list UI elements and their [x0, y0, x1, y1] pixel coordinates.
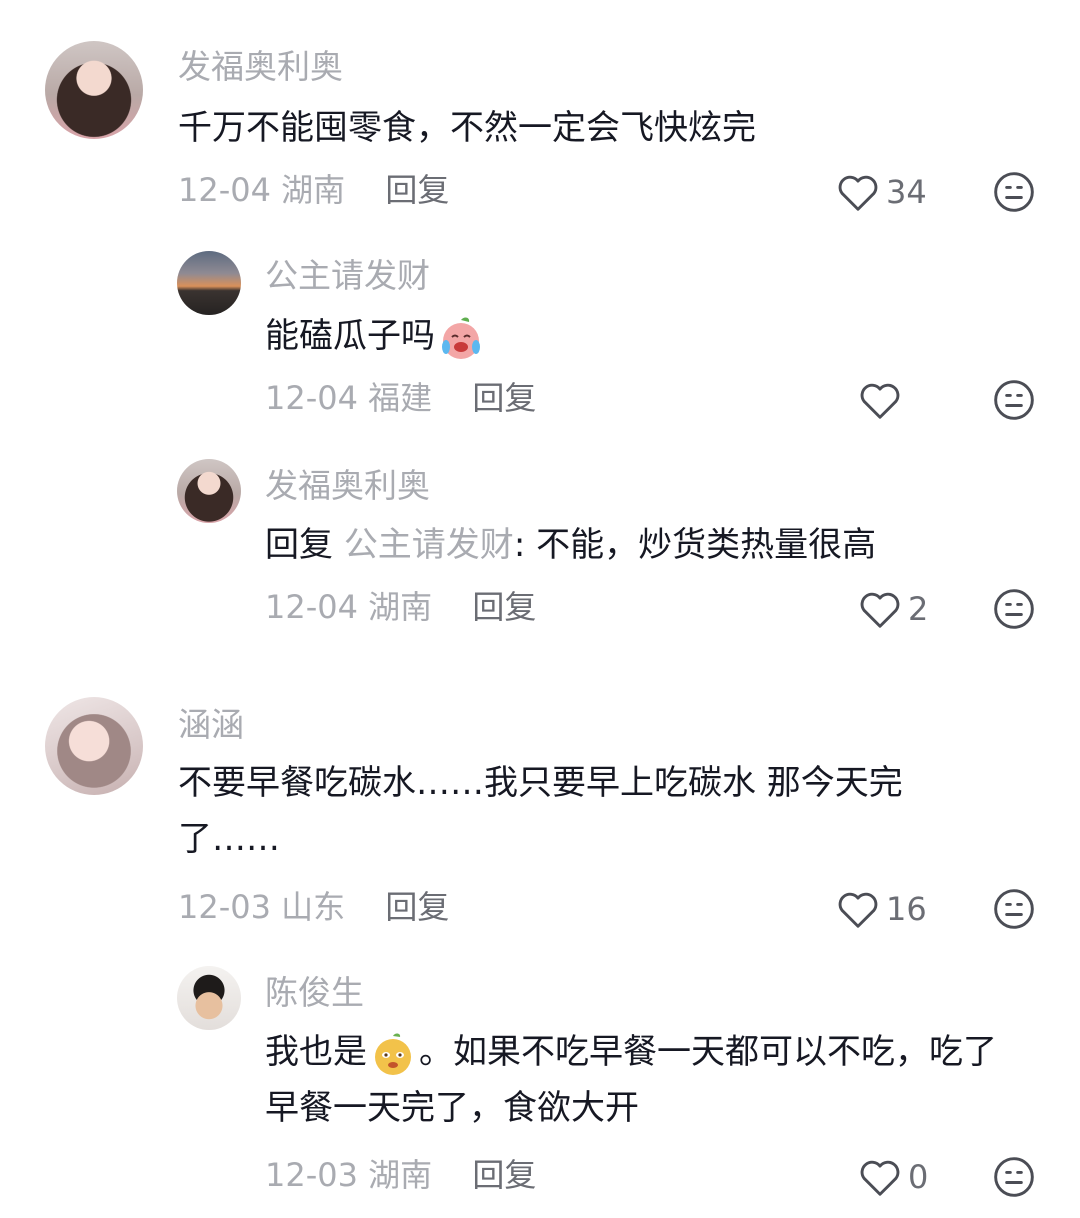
comment-text: 千万不能囤零食，不然一定会飞快炫完 — [178, 108, 756, 148]
like-button[interactable]: 2 — [858, 587, 928, 631]
like-count: 34 — [886, 173, 927, 211]
neutral-face-icon[interactable] — [992, 1155, 1036, 1199]
comment-meta: 12-04 湖南 回复 — [265, 587, 536, 627]
comment-date: 12-04 — [265, 379, 358, 417]
comment-date: 12-03 — [265, 1156, 358, 1194]
reply-button[interactable]: 回复 — [385, 171, 449, 209]
neutral-face-icon[interactable] — [992, 887, 1036, 931]
comment-meta: 12-04 湖南 回复 — [178, 170, 449, 210]
like-count: 16 — [886, 890, 927, 928]
heart-outline-icon — [860, 1160, 900, 1196]
comment-location: 湖南 — [368, 1156, 433, 1194]
comment-location: 山东 — [281, 888, 346, 926]
comment-date: 12-04 — [265, 588, 358, 626]
comment-author[interactable]: 发福奥利奥 — [265, 466, 430, 506]
laughing-tears-emoji — [442, 317, 480, 359]
comment-date: 12-03 — [178, 888, 271, 926]
avatar[interactable] — [45, 41, 143, 139]
avatar[interactable] — [177, 251, 241, 315]
comment-text-content: : 不能，炒货类热量很高 — [513, 525, 877, 565]
comment-author[interactable]: 陈俊生 — [265, 973, 364, 1013]
comment-author[interactable]: 发福奥利奥 — [178, 47, 343, 87]
like-count: 2 — [908, 590, 929, 628]
reply-button[interactable]: 回复 — [385, 888, 449, 926]
comment-text: 我也是 。如果不吃早餐一天都可以不吃，吃了早餐一天完了，食欲大开 — [265, 1024, 1005, 1136]
comment-text: 能磕瓜子吗 — [265, 308, 1025, 364]
neutral-face-icon[interactable] — [992, 378, 1036, 422]
comment-text: 回复 公主请发财: 不能，炒货类热量很高 — [265, 517, 1025, 573]
heart-outline-icon — [838, 892, 878, 928]
comment-text-before: 我也是 — [265, 1032, 367, 1072]
like-button[interactable] — [858, 378, 918, 422]
comment-location: 湖南 — [368, 588, 433, 626]
reply-button[interactable]: 回复 — [472, 379, 536, 417]
reply-button[interactable]: 回复 — [472, 1156, 536, 1194]
comment-author[interactable]: 公主请发财 — [265, 256, 430, 296]
comment-meta: 12-04 福建 回复 — [265, 378, 536, 418]
like-count: 0 — [908, 1158, 929, 1196]
comment-location: 湖南 — [281, 171, 346, 209]
neutral-face-icon[interactable] — [992, 587, 1036, 631]
heart-outline-icon — [860, 592, 900, 628]
like-button[interactable]: 0 — [858, 1155, 928, 1199]
avatar[interactable] — [177, 966, 241, 1030]
smug-face-emoji — [375, 1032, 411, 1075]
like-button[interactable]: 34 — [836, 170, 927, 214]
comment-date: 12-04 — [178, 171, 271, 209]
comment-text-content: 能磕瓜子吗 — [265, 316, 435, 356]
comment-text: 不要早餐吃碳水……我只要早上吃碳水 那今天完了…… — [178, 763, 903, 859]
comment-author[interactable]: 涵涵 — [178, 705, 244, 745]
mention-link[interactable]: 公主请发财 — [344, 525, 514, 565]
comment-meta: 12-03 湖南 回复 — [265, 1155, 536, 1195]
heart-outline-icon — [860, 383, 900, 419]
avatar[interactable] — [177, 459, 241, 523]
reply-button[interactable]: 回复 — [472, 588, 536, 626]
reply-prefix: 回复 — [265, 525, 344, 565]
comment-meta: 12-03 山东 回复 — [178, 887, 449, 927]
neutral-face-icon[interactable] — [992, 170, 1036, 214]
comment-location: 福建 — [368, 379, 433, 417]
heart-outline-icon — [838, 175, 878, 211]
avatar[interactable] — [45, 697, 143, 795]
like-button[interactable]: 16 — [836, 887, 927, 931]
